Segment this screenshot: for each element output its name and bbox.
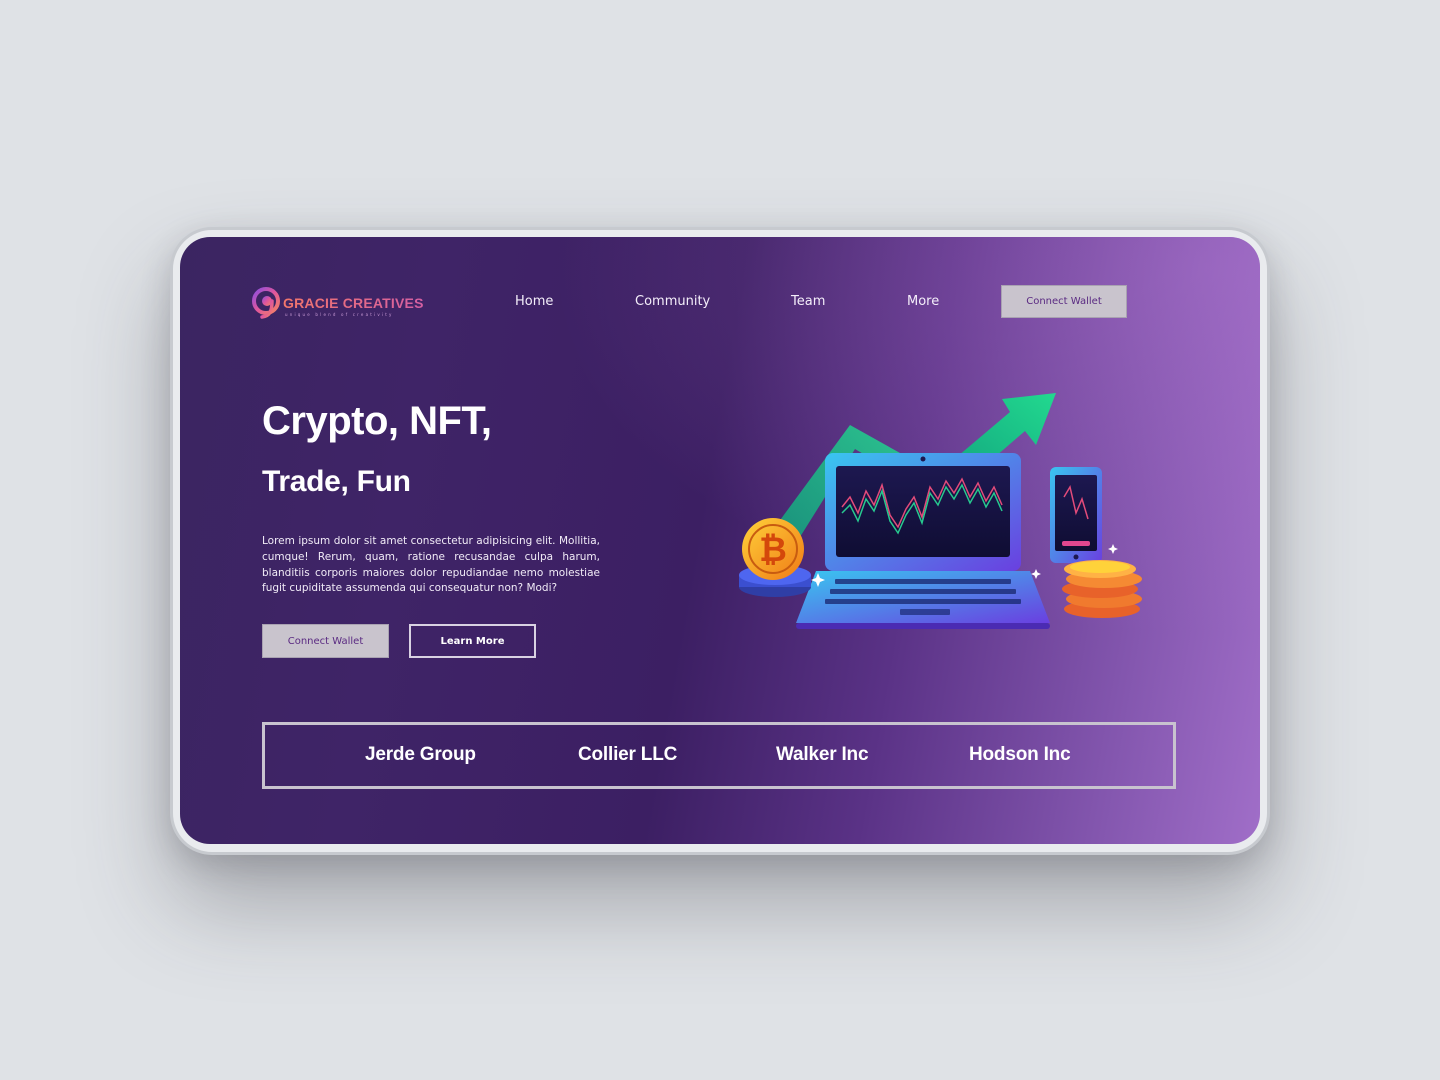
nav-community[interactable]: Community (635, 294, 710, 309)
partners-strip: Jerde Group Collier LLC Walker Inc Hodso… (262, 722, 1176, 789)
brand-logo[interactable]: GRACIE CREATIVES unique blend of creativ… (252, 287, 442, 321)
header-connect-wallet-button[interactable]: Connect Wallet (1001, 285, 1127, 318)
crypto-trading-illustration: ₿ (739, 393, 1142, 629)
coin-stack-icon (1062, 560, 1142, 618)
svg-text:₿: ₿ (759, 530, 787, 570)
nav-more[interactable]: More (907, 294, 939, 309)
nav-home[interactable]: Home (515, 294, 553, 309)
hero-description: Lorem ipsum dolor sit amet consectetur a… (262, 535, 600, 595)
brand-name: GRACIE CREATIVES (283, 295, 424, 311)
partner-logo: Collier LLC (578, 744, 678, 765)
learn-more-button[interactable]: Learn More (409, 624, 536, 658)
hero-title-line2: Trade, Fun (262, 465, 411, 498)
phone-icon (1050, 467, 1102, 563)
partner-logo: Jerde Group (365, 744, 476, 765)
partner-logo: Hodson Inc (969, 744, 1071, 765)
connect-wallet-button[interactable]: Connect Wallet (262, 624, 389, 658)
landing-page: GRACIE CREATIVES unique blend of creativ… (180, 237, 1260, 844)
nav-team[interactable]: Team (791, 294, 825, 309)
hero-title-line1: Crypto, NFT, (262, 399, 492, 443)
logo-mark-icon (252, 287, 280, 319)
partner-logo: Walker Inc (776, 744, 869, 765)
brand-tagline: unique blend of creativity (285, 312, 394, 317)
